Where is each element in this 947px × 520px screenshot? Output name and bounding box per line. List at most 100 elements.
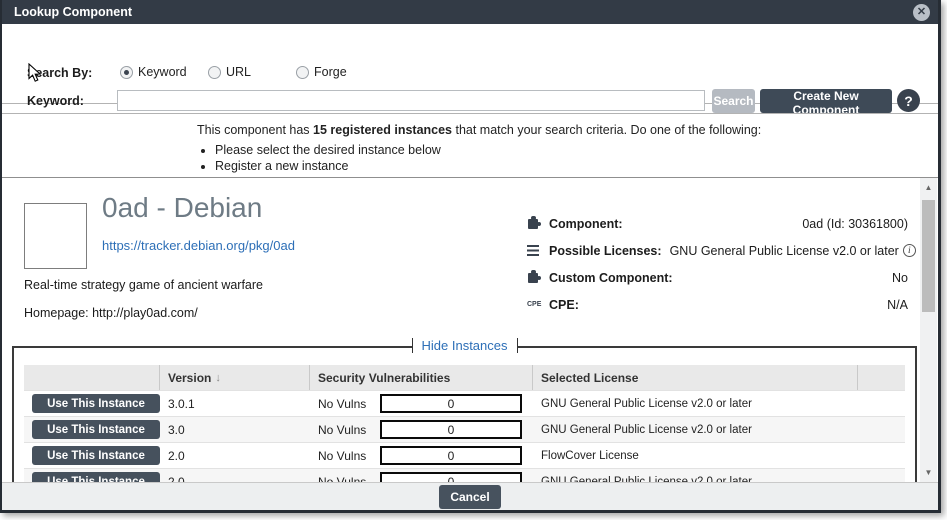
cancel-button[interactable]: Cancel bbox=[439, 485, 501, 509]
use-this-instance-button[interactable]: Use This Instance bbox=[32, 472, 160, 482]
action-cell: Use This Instance bbox=[24, 391, 160, 416]
action-cell: Use This Instance bbox=[24, 469, 160, 482]
action-cell: Use This Instance bbox=[24, 417, 160, 442]
radio-icon[interactable] bbox=[120, 66, 133, 79]
search-button[interactable]: Search bbox=[712, 89, 755, 113]
puzzle-icon bbox=[528, 219, 538, 229]
detail-value: No bbox=[892, 271, 908, 285]
radio-label: Keyword bbox=[138, 65, 187, 79]
detail-row: Possible Licenses:GNU General Public Lic… bbox=[527, 237, 908, 264]
component-name-heading: 0ad - Debian bbox=[102, 192, 262, 224]
radio-option-url[interactable]: URL bbox=[208, 65, 296, 79]
detail-icon-cell bbox=[527, 273, 549, 283]
empty-cell bbox=[858, 443, 905, 468]
version-cell: 3.0 bbox=[160, 417, 310, 442]
vulns-label: No Vulns bbox=[318, 397, 380, 411]
instances-header-row: Version↓Security VulnerabilitiesSelected… bbox=[24, 365, 905, 390]
detail-label: Possible Licenses: bbox=[549, 244, 662, 258]
detail-row: CPE CPE: N/A bbox=[527, 291, 908, 318]
vulns-label: No Vulns bbox=[318, 423, 380, 437]
detail-icon-cell bbox=[527, 245, 549, 256]
puzzle-icon bbox=[528, 273, 538, 283]
keyword-label: Keyword: bbox=[27, 94, 84, 108]
detail-icon-cell bbox=[527, 219, 549, 229]
table-row: Use This Instance3.0No Vulns0GNU General… bbox=[24, 416, 905, 442]
help-icon[interactable]: ? bbox=[897, 89, 920, 112]
vulns-label: No Vulns bbox=[318, 475, 380, 483]
radio-label: URL bbox=[226, 65, 251, 79]
table-row: Use This Instance3.0.1No Vulns0GNU Gener… bbox=[24, 390, 905, 416]
dialog-title: Lookup Component bbox=[14, 5, 132, 19]
notice-section: This component has 15 registered instanc… bbox=[2, 113, 938, 178]
vulnerabilities-cell: No Vulns0 bbox=[310, 443, 533, 468]
detail-row: Component: 0ad (Id: 30361800) bbox=[527, 210, 908, 237]
list-icon bbox=[527, 245, 539, 256]
radio-label: Forge bbox=[314, 65, 347, 79]
detail-value: 0ad (Id: 30361800) bbox=[802, 217, 908, 231]
version-cell: 2.0 bbox=[160, 443, 310, 468]
column-header bbox=[858, 365, 905, 390]
empty-cell bbox=[858, 391, 905, 416]
search-by-options: Keyword URL Forge bbox=[120, 65, 384, 79]
scroll-down-icon[interactable]: ▼ bbox=[920, 465, 937, 480]
license-cell: GNU General Public License v2.0 or later bbox=[533, 417, 858, 442]
keyword-input[interactable] bbox=[117, 90, 705, 111]
scrollbar-thumb[interactable] bbox=[922, 200, 935, 312]
use-this-instance-button[interactable]: Use This Instance bbox=[32, 446, 160, 465]
notice-bullet: Register a new instance bbox=[215, 159, 938, 173]
vulns-label: No Vulns bbox=[318, 449, 380, 463]
detail-row: Custom Component:No bbox=[527, 264, 908, 291]
detail-label: CPE: bbox=[549, 298, 579, 312]
instances-fieldset: Hide Instances Version↓Security Vulnerab… bbox=[12, 346, 917, 482]
detail-label: Component: bbox=[549, 217, 623, 231]
component-details: Component: 0ad (Id: 30361800) Possible Lic… bbox=[527, 210, 908, 318]
vuln-count-box[interactable]: 0 bbox=[380, 472, 522, 482]
version-cell: 3.0.1 bbox=[160, 391, 310, 416]
create-new-component-button[interactable]: Create New Component bbox=[760, 89, 892, 113]
vuln-count-box[interactable]: 0 bbox=[380, 420, 522, 439]
radio-option-forge[interactable]: Forge bbox=[296, 65, 384, 79]
component-result-panel: 0ad - Debian https://tracker.debian.org/… bbox=[2, 178, 938, 482]
instances-body: Use This Instance3.0.1No Vulns0GNU Gener… bbox=[24, 390, 905, 482]
vuln-count-box[interactable]: 0 bbox=[380, 446, 522, 465]
radio-icon[interactable] bbox=[296, 66, 309, 79]
notice-bullet: Please select the desired instance below bbox=[215, 143, 938, 157]
empty-cell bbox=[858, 417, 905, 442]
column-header: Selected License bbox=[533, 365, 858, 390]
hide-instances-link[interactable]: Hide Instances bbox=[412, 338, 518, 353]
radio-option-keyword[interactable]: Keyword bbox=[120, 65, 208, 79]
dialog-titlebar: Lookup Component ✕ bbox=[2, 0, 938, 24]
detail-value: N/A bbox=[887, 298, 908, 312]
table-row: Use This Instance2.0No Vulns0GNU General… bbox=[24, 468, 905, 482]
cpe-icon: CPE bbox=[527, 301, 541, 308]
scroll-up-icon[interactable]: ▲ bbox=[920, 180, 937, 195]
use-this-instance-button[interactable]: Use This Instance bbox=[32, 394, 160, 413]
table-row: Use This Instance2.0No Vulns0FlowCover L… bbox=[24, 442, 905, 468]
component-tracker-link[interactable]: https://tracker.debian.org/pkg/0ad bbox=[102, 238, 295, 253]
close-icon[interactable]: ✕ bbox=[913, 4, 930, 21]
version-cell: 2.0 bbox=[160, 469, 310, 482]
vuln-count-box[interactable]: 0 bbox=[380, 394, 522, 413]
use-this-instance-button[interactable]: Use This Instance bbox=[32, 420, 160, 439]
search-section: Search By: KeywordURLForge Keyword: Sear… bbox=[2, 24, 938, 104]
license-cell: GNU General Public License v2.0 or later bbox=[533, 391, 858, 416]
license-cell: GNU General Public License v2.0 or later bbox=[533, 469, 858, 482]
vulnerabilities-cell: No Vulns0 bbox=[310, 469, 533, 482]
column-header-version[interactable]: Version↓ bbox=[160, 365, 310, 390]
instances-table: Version↓Security VulnerabilitiesSelected… bbox=[24, 365, 905, 482]
search-by-label: Search By: bbox=[27, 66, 92, 80]
license-cell: FlowCover License bbox=[533, 443, 858, 468]
vulnerabilities-cell: No Vulns0 bbox=[310, 417, 533, 442]
vertical-scrollbar[interactable]: ▲ ▼ bbox=[920, 178, 937, 482]
info-icon[interactable]: i bbox=[903, 244, 916, 257]
empty-cell bbox=[858, 469, 905, 482]
notice-text: This component has 15 registered instanc… bbox=[197, 123, 938, 137]
action-cell: Use This Instance bbox=[24, 443, 160, 468]
detail-icon-cell: CPE bbox=[527, 301, 549, 308]
vulnerabilities-cell: No Vulns0 bbox=[310, 391, 533, 416]
sort-descending-icon: ↓ bbox=[215, 372, 221, 384]
dialog-footer: Cancel bbox=[2, 482, 938, 510]
radio-icon[interactable] bbox=[208, 66, 221, 79]
component-description: Real-time strategy game of ancient warfa… bbox=[24, 278, 263, 292]
notice-bullets: Please select the desired instance below… bbox=[215, 143, 938, 173]
